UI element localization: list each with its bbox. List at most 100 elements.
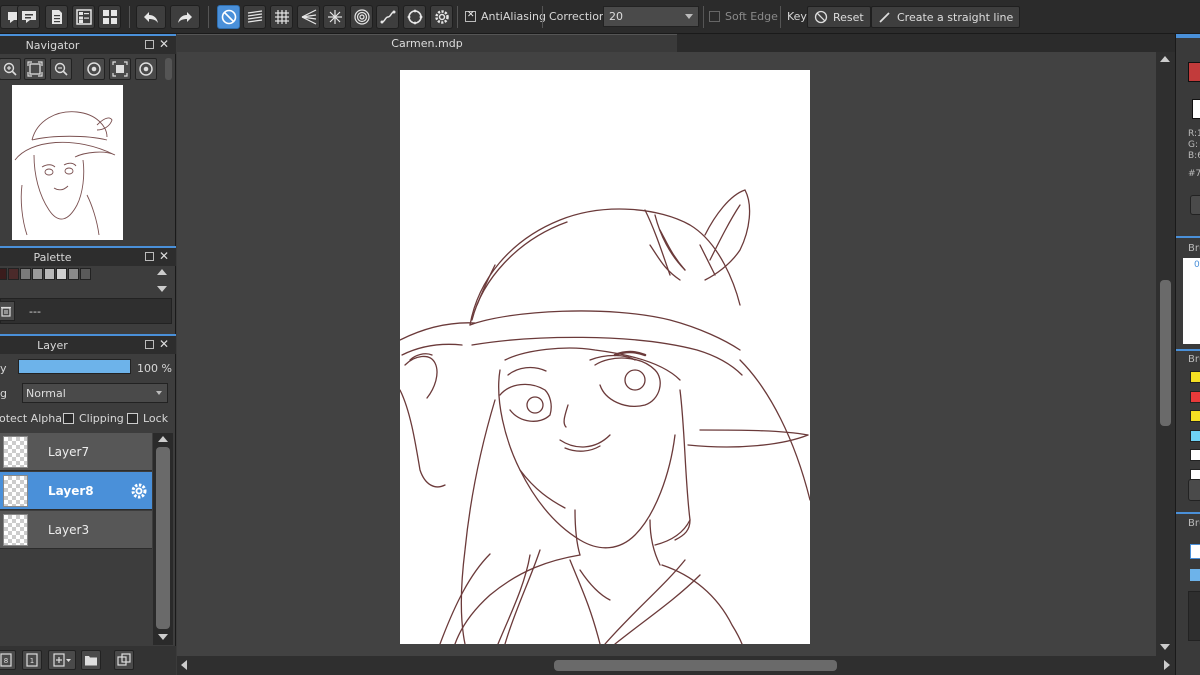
- canvas-vertical-scrollbar[interactable]: [1156, 52, 1175, 656]
- palette-scroll-up-icon[interactable]: [157, 269, 167, 275]
- scroll-down-icon[interactable]: [1160, 644, 1170, 650]
- scroll-left-icon[interactable]: [181, 660, 187, 670]
- curve-snap-icon[interactable]: [376, 5, 399, 29]
- radial-snap-icon[interactable]: [323, 5, 346, 29]
- concentric-snap-icon[interactable]: [350, 5, 373, 29]
- palette-swatch[interactable]: [32, 268, 43, 280]
- new-layer-8bit-icon[interactable]: 8: [0, 650, 16, 670]
- palette-swatch[interactable]: [8, 268, 19, 280]
- vanishing-point-snap-icon[interactable]: [297, 5, 320, 29]
- navigator-thumbnail[interactable]: [12, 85, 123, 240]
- no-snap-icon[interactable]: [217, 5, 240, 29]
- create-straight-line-button[interactable]: Create a straight line: [871, 6, 1021, 28]
- comment-tool-icon[interactable]: [17, 5, 40, 29]
- brush-color-swatch[interactable]: [1190, 410, 1200, 422]
- svg-text:8: 8: [4, 657, 8, 665]
- scroll-right-icon[interactable]: [1164, 660, 1170, 670]
- brush-size-list[interactable]: 0: [1183, 258, 1200, 344]
- parallel-snap-icon[interactable]: [243, 5, 266, 29]
- opacity-slider[interactable]: [18, 359, 131, 374]
- palette-icon[interactable]: [1190, 195, 1200, 215]
- brush-options-box: [1188, 591, 1200, 641]
- actual-size-icon[interactable]: [109, 58, 131, 80]
- layer-name: Layer7: [48, 445, 90, 459]
- protect-alpha-label: otect Alpha: [0, 412, 62, 425]
- new-layer-1bit-icon[interactable]: 1: [22, 650, 42, 670]
- popout-icon[interactable]: [145, 252, 154, 261]
- palette-swatch[interactable]: [80, 268, 91, 280]
- lock-checkbox[interactable]: [127, 413, 138, 424]
- correction-value: 20: [609, 10, 623, 23]
- color-panel-header: [1176, 34, 1200, 38]
- canvas-horizontal-scrollbar[interactable]: [177, 656, 1175, 675]
- close-icon[interactable]: ✕: [159, 337, 169, 351]
- brush-color-swatch[interactable]: [1190, 390, 1200, 403]
- palette-swatch[interactable]: [20, 268, 31, 280]
- reset-button[interactable]: Reset: [807, 6, 871, 28]
- rotate-left-icon[interactable]: [83, 58, 105, 80]
- document-icon[interactable]: [45, 5, 68, 29]
- palette-swatch[interactable]: [0, 268, 7, 280]
- opacity-label: y: [0, 362, 7, 375]
- antialiasing-checkbox[interactable]: [465, 10, 476, 22]
- secondary-color-swatch[interactable]: [1192, 99, 1200, 119]
- fit-screen-icon[interactable]: [24, 58, 46, 80]
- brush-control-slider[interactable]: [1190, 569, 1200, 581]
- layer-row[interactable]: Layer7: [0, 433, 152, 471]
- correction-select[interactable]: 20: [603, 6, 699, 27]
- green-value: G:: [1188, 140, 1199, 150]
- snap-settings-gear-icon[interactable]: [430, 5, 453, 29]
- zoom-in-icon[interactable]: [0, 58, 21, 80]
- close-icon[interactable]: ✕: [159, 249, 169, 263]
- correction-label: Correction: [549, 10, 606, 23]
- create-straight-line-label: Create a straight line: [897, 10, 1014, 24]
- palette-swatch[interactable]: [56, 268, 67, 280]
- brush-control-input[interactable]: [1190, 544, 1200, 559]
- popout-icon[interactable]: [145, 40, 154, 49]
- folder-icon[interactable]: [81, 650, 101, 670]
- scroll-up-icon[interactable]: [1160, 56, 1170, 62]
- brush-color-swatch[interactable]: [1190, 449, 1200, 461]
- rotate-right-icon[interactable]: [135, 58, 157, 80]
- layer-thumbnail: [3, 514, 28, 546]
- palette-scroll-down-icon[interactable]: [157, 286, 167, 292]
- layer-scroll-thumb[interactable]: [156, 447, 170, 629]
- duplicate-layer-icon[interactable]: [114, 650, 134, 670]
- drawing-canvas[interactable]: [399, 70, 811, 645]
- palette-swatch[interactable]: [68, 268, 79, 280]
- canvas-area[interactable]: [177, 52, 1156, 656]
- horizontal-scroll-thumb[interactable]: [554, 660, 837, 671]
- scroll-down-icon[interactable]: [158, 634, 168, 640]
- undo-icon[interactable]: [136, 5, 166, 29]
- close-icon[interactable]: ✕: [159, 37, 169, 51]
- trash-icon[interactable]: [0, 301, 15, 321]
- grid-panel-icon[interactable]: [98, 5, 121, 29]
- brush-settings-icon[interactable]: [1188, 479, 1200, 501]
- soft-edge-checkbox[interactable]: [709, 11, 720, 22]
- layers-list-icon[interactable]: [72, 5, 95, 29]
- layer-thumbnail: [3, 475, 28, 507]
- add-layer-menu-icon[interactable]: [48, 650, 76, 670]
- layer-row[interactable]: Layer3: [0, 511, 152, 549]
- redo-icon[interactable]: [170, 5, 200, 29]
- layer-settings-gear-icon[interactable]: [129, 481, 149, 501]
- palette-name-field[interactable]: ---: [0, 298, 172, 324]
- blending-mode-select[interactable]: Normal: [22, 383, 168, 403]
- layer-row[interactable]: Layer8: [0, 472, 152, 510]
- cross-snap-icon[interactable]: [270, 5, 293, 29]
- document-tab[interactable]: Carmen.mdp: [177, 34, 677, 52]
- layer-scrollbar[interactable]: [153, 433, 173, 645]
- primary-color-swatch[interactable]: [1188, 62, 1200, 82]
- scroll-up-icon[interactable]: [158, 436, 168, 442]
- brush-color-swatch[interactable]: [1190, 429, 1200, 442]
- popout-icon[interactable]: [145, 340, 154, 349]
- palette-swatch[interactable]: [44, 268, 55, 280]
- brush-color-swatch[interactable]: [1190, 371, 1200, 383]
- clipping-checkbox[interactable]: [63, 413, 74, 424]
- zoom-out-icon[interactable]: [50, 58, 72, 80]
- navigator-slider[interactable]: [165, 58, 172, 80]
- layer-thumbnail: [3, 436, 28, 468]
- vertical-scroll-thumb[interactable]: [1160, 280, 1171, 426]
- navigator-title: Navigator: [25, 39, 80, 52]
- ellipse-snap-icon[interactable]: [403, 5, 426, 29]
